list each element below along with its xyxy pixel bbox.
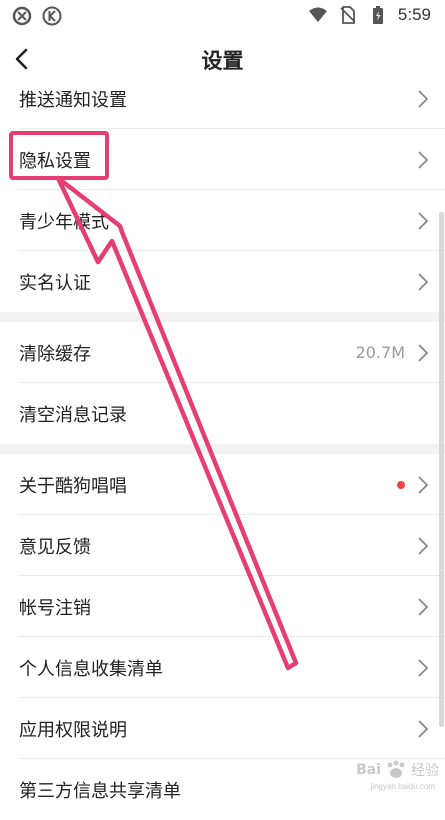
settings-item-real-name[interactable]: 实名认证 bbox=[0, 251, 445, 312]
highlight-box bbox=[9, 131, 109, 180]
settings-item-label: 应用权限说明 bbox=[19, 719, 127, 741]
k-app-icon bbox=[42, 6, 62, 26]
watermark-url: jingyan.baidu.com bbox=[370, 782, 435, 791]
paw-logo-icon bbox=[387, 760, 405, 778]
chevron-right-icon bbox=[418, 659, 429, 677]
chevron-right-icon bbox=[418, 720, 429, 738]
settings-item-label: 推送通知设置 bbox=[19, 89, 127, 111]
watermark-suffix: 经验 bbox=[411, 763, 439, 779]
section-divider bbox=[0, 444, 445, 454]
settings-item-clear-cache[interactable]: 清除缓存 20.7M bbox=[0, 322, 445, 383]
settings-item-about[interactable]: 关于酷狗唱唱 bbox=[0, 454, 445, 515]
chevron-right-icon bbox=[418, 537, 429, 555]
chevron-right-icon bbox=[418, 151, 429, 169]
clock: 5:59 bbox=[397, 5, 431, 24]
settings-list: 推送通知设置 隐私设置 青少年模式 实名认证 清除缓存 20.7M 清空消息记录… bbox=[0, 68, 445, 820]
status-bar: 5:59 bbox=[0, 0, 445, 34]
no-sim-icon bbox=[340, 6, 356, 24]
settings-item-label: 个人信息收集清单 bbox=[19, 658, 163, 680]
chevron-right-icon bbox=[418, 273, 429, 291]
settings-item-label: 青少年模式 bbox=[19, 211, 109, 233]
battery-charging-icon bbox=[372, 6, 383, 24]
watermark: Bai 经验 bbox=[356, 760, 439, 780]
wifi-icon bbox=[308, 7, 327, 22]
chevron-right-icon bbox=[418, 90, 429, 108]
settings-item-label: 关于酷狗唱唱 bbox=[19, 475, 127, 497]
settings-item-label: 清除缓存 bbox=[19, 343, 91, 365]
settings-item-label: 帐号注销 bbox=[19, 597, 91, 619]
app-notification-icon bbox=[12, 6, 32, 26]
settings-item-label: 清空消息记录 bbox=[19, 404, 127, 426]
section-divider bbox=[0, 312, 445, 322]
settings-item-account-deletion[interactable]: 帐号注销 bbox=[0, 576, 445, 637]
chevron-right-icon bbox=[418, 598, 429, 616]
settings-item-clear-messages[interactable]: 清空消息记录 bbox=[0, 383, 445, 444]
chevron-right-icon bbox=[418, 476, 429, 494]
chevron-right-icon bbox=[418, 344, 429, 362]
settings-item-label: 实名认证 bbox=[19, 272, 91, 294]
scrollbar[interactable] bbox=[439, 212, 444, 727]
chevron-right-icon bbox=[418, 212, 429, 230]
settings-item-label: 意见反馈 bbox=[19, 536, 91, 558]
settings-item-label: 第三方信息共享清单 bbox=[19, 780, 181, 802]
settings-item-feedback[interactable]: 意见反馈 bbox=[0, 515, 445, 576]
settings-item-youth-mode[interactable]: 青少年模式 bbox=[0, 190, 445, 251]
settings-item-app-permissions[interactable]: 应用权限说明 bbox=[0, 698, 445, 759]
update-badge-dot bbox=[397, 481, 405, 489]
settings-item-push-notifications[interactable]: 推送通知设置 bbox=[0, 68, 445, 129]
settings-item-personal-info-list[interactable]: 个人信息收集清单 bbox=[0, 637, 445, 698]
cache-size-value: 20.7M bbox=[355, 343, 405, 362]
watermark-brand: Bai bbox=[356, 762, 381, 778]
